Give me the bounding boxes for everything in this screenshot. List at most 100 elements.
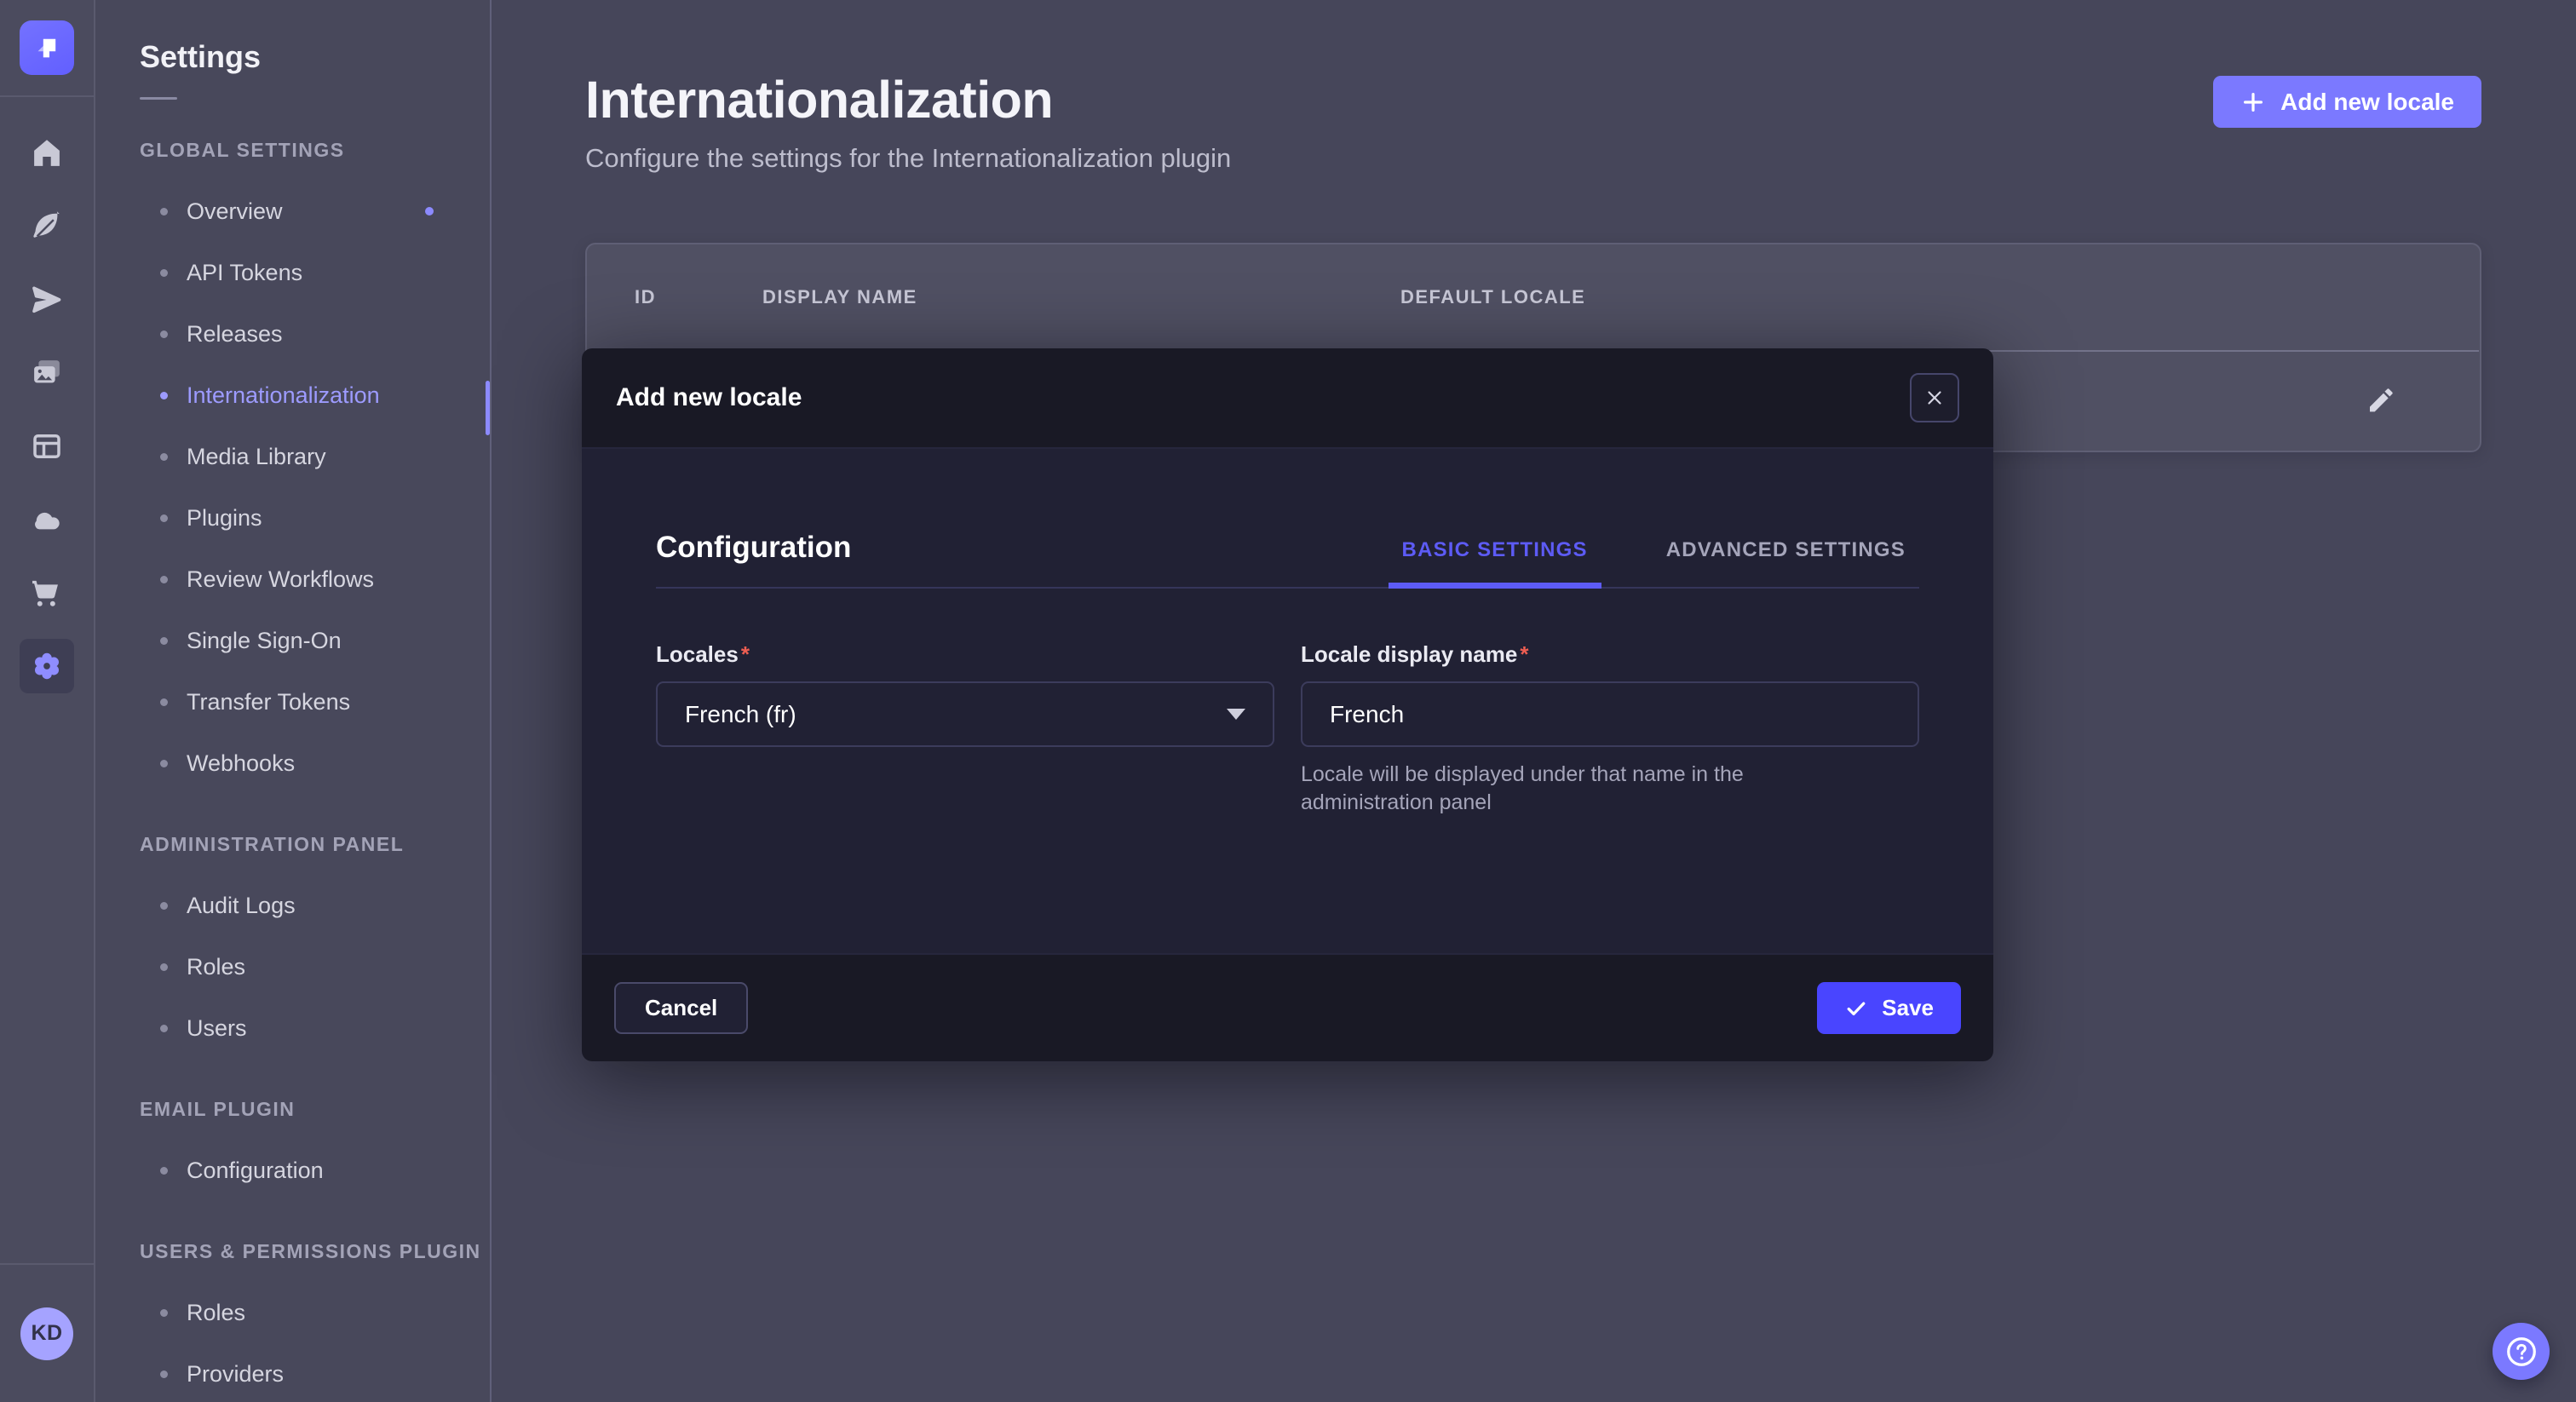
media-library-icon[interactable] — [20, 346, 74, 400]
sidebar-item-label: Configuration — [187, 1158, 324, 1184]
configuration-header: Configuration BASIC SETTINGSADVANCED SET… — [656, 531, 1919, 589]
bullet-icon — [160, 1167, 168, 1175]
save-button[interactable]: Save — [1817, 982, 1961, 1034]
close-icon — [1923, 387, 1946, 409]
bullet-icon — [160, 1309, 168, 1317]
sidebar-item-single-sign-on[interactable]: Single Sign-On — [140, 610, 490, 671]
strapi-logo-glyph — [32, 32, 62, 63]
tab-basic-settings[interactable]: BASIC SETTINGS — [1389, 538, 1601, 589]
sidebar-item-label: Plugins — [187, 505, 262, 531]
display-name-field: Locale display name* Locale will be disp… — [1301, 641, 1919, 817]
sidebar-item-label: Webhooks — [187, 750, 295, 777]
locales-select-value: French (fr) — [685, 701, 796, 728]
sidebar-item-label: Releases — [187, 321, 283, 348]
add-new-locale-label: Add new locale — [2280, 89, 2454, 116]
user-avatar[interactable]: KD — [20, 1307, 73, 1360]
sidebar-item-releases[interactable]: Releases — [140, 303, 490, 365]
add-locale-modal: Add new locale Configuration BASIC SETTI… — [582, 348, 1993, 1061]
required-asterisk: * — [741, 641, 750, 667]
strapi-logo-icon[interactable] — [20, 20, 74, 75]
table-header-row: IDDISPLAY NAMEDEFAULT LOCALE — [587, 244, 2480, 350]
locales-field: Locales* French (fr) — [656, 641, 1274, 817]
bullet-icon — [160, 514, 168, 522]
bullet-icon — [160, 902, 168, 910]
sidebar-item-label: Overview — [187, 198, 283, 225]
sidebar-item-webhooks[interactable]: Webhooks — [140, 733, 490, 794]
bullet-icon — [160, 698, 168, 706]
modal-title: Add new locale — [616, 383, 802, 412]
bullet-icon — [160, 637, 168, 645]
home-icon[interactable] — [20, 126, 74, 181]
locale-form: Locales* French (fr) Locale display name… — [656, 641, 1919, 817]
question-circle-icon — [2504, 1334, 2539, 1370]
sidebar-item-roles[interactable]: Roles — [140, 936, 490, 997]
sidebar-item-label: Transfer Tokens — [187, 689, 350, 715]
icon-rail: KD — [0, 0, 95, 1402]
bullet-icon — [160, 269, 168, 277]
sidebar-item-roles[interactable]: Roles — [140, 1282, 490, 1343]
sidebar-item-transfer-tokens[interactable]: Transfer Tokens — [140, 671, 490, 733]
save-label: Save — [1882, 995, 1934, 1021]
sidebar-item-label: Media Library — [187, 444, 326, 470]
display-name-input[interactable] — [1301, 681, 1919, 747]
marketplace-cart-icon[interactable] — [20, 566, 74, 620]
locales-select[interactable]: French (fr) — [656, 681, 1274, 747]
sidebar-item-media-library[interactable]: Media Library — [140, 426, 490, 487]
sidebar-item-configuration[interactable]: Configuration — [140, 1140, 490, 1201]
sidebar-item-label: Users — [187, 1015, 247, 1042]
subnav-title-divider — [140, 97, 177, 100]
sidebar-section-label: USERS & PERMISSIONS PLUGIN — [140, 1240, 490, 1263]
bullet-icon — [160, 963, 168, 971]
bullet-icon — [160, 330, 168, 338]
modal-body: Configuration BASIC SETTINGSADVANCED SET… — [582, 449, 1993, 953]
cancel-button[interactable]: Cancel — [614, 982, 748, 1034]
bullet-icon — [160, 392, 168, 399]
sidebar-item-label: API Tokens — [187, 260, 302, 286]
content-manager-icon[interactable] — [20, 199, 74, 254]
required-asterisk: * — [1520, 641, 1528, 667]
modal-header: Add new locale — [582, 348, 1993, 449]
sidebar-item-providers[interactable]: Providers — [140, 1343, 490, 1402]
sidebar-item-audit-logs[interactable]: Audit Logs — [140, 875, 490, 936]
edit-locale-button[interactable] — [2364, 383, 2398, 420]
sidebar-item-label: Internationalization — [187, 382, 380, 409]
locales-label: Locales* — [656, 641, 750, 667]
logo-area — [0, 0, 94, 97]
sidebar-item-api-tokens[interactable]: API Tokens — [140, 242, 490, 303]
sidebar-item-label: Providers — [187, 1361, 284, 1388]
tab-advanced-settings[interactable]: ADVANCED SETTINGS — [1653, 538, 1919, 589]
bullet-icon — [160, 208, 168, 215]
cloud-icon[interactable] — [20, 492, 74, 547]
check-icon — [1844, 997, 1868, 1020]
settings-gear-icon[interactable] — [20, 639, 74, 693]
modal-close-button[interactable] — [1910, 373, 1959, 422]
settings-subnav: Settings GLOBAL SETTINGS Overview API Toke… — [95, 0, 492, 1402]
add-new-locale-button[interactable]: Add new locale — [2213, 76, 2481, 128]
sidebar-item-label: Single Sign-On — [187, 628, 342, 654]
bullet-icon — [160, 1370, 168, 1378]
sidebar-item-review-workflows[interactable]: Review Workflows — [140, 549, 490, 610]
bullet-icon — [160, 1025, 168, 1032]
page-header-titles: Internationalization Configure the setti… — [585, 70, 1231, 174]
sidebar-item-plugins[interactable]: Plugins — [140, 487, 490, 549]
sidebar-item-overview[interactable]: Overview — [140, 181, 490, 242]
app-root: KD Settings GLOBAL SETTINGS Overview API T… — [0, 0, 2576, 1402]
display-name-label: Locale display name* — [1301, 641, 1528, 667]
active-item-indicator — [486, 381, 490, 435]
chevron-down-icon — [1227, 709, 1245, 720]
content-type-builder-icon[interactable] — [20, 419, 74, 474]
sidebar-section-label: ADMINISTRATION PANEL — [140, 833, 490, 856]
sidebar-item-internationalization[interactable]: Internationalization — [140, 365, 490, 426]
help-button[interactable] — [2493, 1323, 2550, 1380]
bullet-icon — [160, 760, 168, 767]
plus-icon — [2240, 89, 2266, 115]
subnav-title: Settings — [140, 39, 490, 75]
sidebar-item-label: Roles — [187, 954, 245, 980]
deploy-icon[interactable] — [20, 273, 74, 327]
sidebar-section-label: GLOBAL SETTINGS — [140, 139, 490, 162]
page-header: Internationalization Configure the setti… — [585, 70, 2481, 174]
page-subtitle: Configure the settings for the Internati… — [585, 143, 1231, 174]
sidebar-item-users[interactable]: Users — [140, 997, 490, 1059]
bullet-icon — [160, 576, 168, 583]
settings-tabs: BASIC SETTINGS ADVANCED SETTINGS — [1389, 538, 1919, 587]
